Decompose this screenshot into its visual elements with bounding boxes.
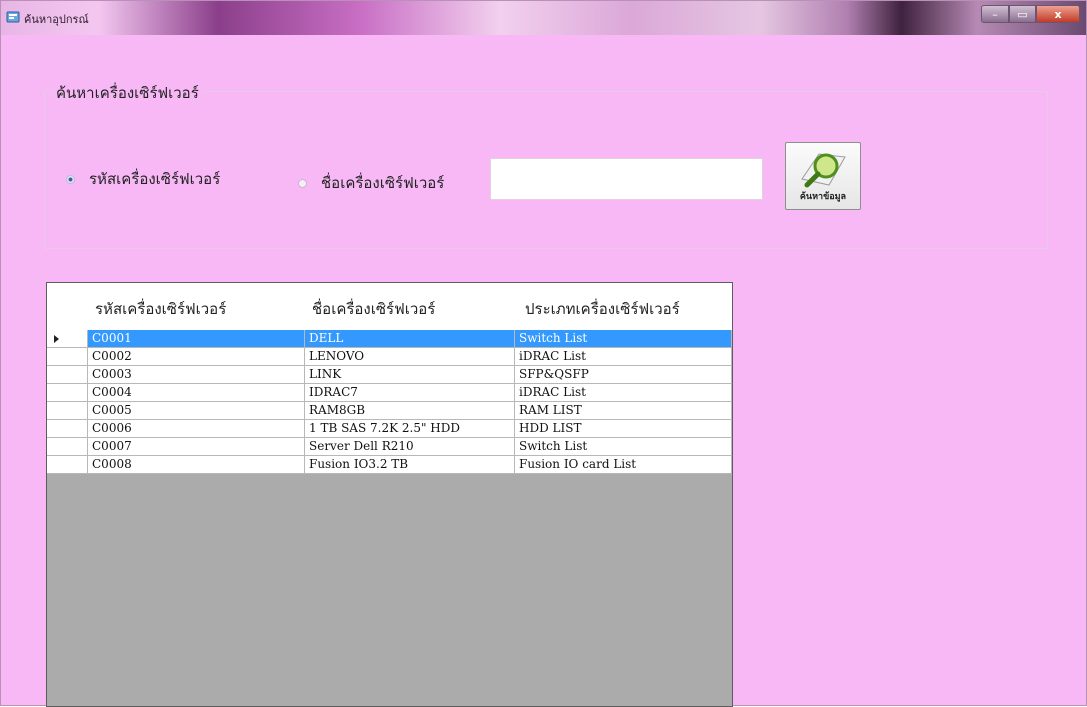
cell-server-code[interactable]: C0004 [88,384,305,401]
row-header[interactable] [47,420,88,437]
app-icon [6,11,20,23]
server-data-grid[interactable]: รหัสเครื่องเซิร์ฟเวอร์ ชื่อเครื่องเซิร์ฟ… [46,282,733,707]
cell-server-code[interactable]: C0007 [88,438,305,455]
cell-server-name[interactable]: Server Dell R210 [305,438,515,455]
radio-code-label: รหัสเครื่องเซิร์ฟเวอร์ [89,170,221,188]
cell-server-type[interactable]: Switch List [515,330,732,347]
cell-server-name[interactable]: DELL [305,330,515,347]
magnifier-icon [801,153,846,188]
search-button[interactable]: ค้นหาข้อมูล [785,142,861,210]
search-button-label: ค้นหาข้อมูล [799,192,847,202]
title-bar[interactable]: ค้นหาอุปกรณ์ – ▭ x [1,1,1086,35]
close-button[interactable]: x [1036,5,1080,23]
column-header-server-type[interactable]: ประเภทเครื่องเซิร์ฟเวอร์ [525,297,680,321]
table-row[interactable]: C0003 LINK SFP&QSFP [47,366,732,384]
cell-server-code[interactable]: C0006 [88,420,305,437]
row-header[interactable] [47,402,88,419]
grid-rows: C0001 DELL Switch List C0002 LENOVO iDRA… [47,330,732,474]
maximize-button[interactable]: ▭ [1009,5,1036,23]
cell-server-type[interactable]: iDRAC List [515,384,732,401]
cell-server-name[interactable]: IDRAC7 [305,384,515,401]
cell-server-type[interactable]: HDD LIST [515,420,732,437]
window-controls: – ▭ x [981,5,1080,23]
grid-header: รหัสเครื่องเซิร์ฟเวอร์ ชื่อเครื่องเซิร์ฟ… [47,283,732,331]
row-header-current[interactable] [47,330,88,347]
table-row[interactable]: C0004 IDRAC7 iDRAC List [47,384,732,402]
row-header[interactable] [47,438,88,455]
cell-server-code[interactable]: C0002 [88,348,305,365]
cell-server-code[interactable]: C0005 [88,402,305,419]
search-group-label: ค้นหาเครื่องเซิร์ฟเวอร์ [51,81,204,105]
row-header[interactable] [47,456,88,473]
search-input[interactable] [490,158,763,200]
cell-server-type[interactable]: Switch List [515,438,732,455]
cell-server-code[interactable]: C0008 [88,456,305,473]
row-header[interactable] [47,348,88,365]
cell-server-name[interactable]: 1 TB SAS 7.2K 2.5" HDD [305,420,515,437]
cell-server-type[interactable]: Fusion IO card List [515,456,732,473]
radio-name-label: ชื่อเครื่องเซิร์ฟเวอร์ [321,174,445,192]
cell-server-type[interactable]: SFP&QSFP [515,366,732,383]
cell-server-code[interactable]: C0003 [88,366,305,383]
cell-server-code[interactable]: C0001 [88,330,305,347]
cell-server-name[interactable]: RAM8GB [305,402,515,419]
cell-server-name[interactable]: LENOVO [305,348,515,365]
column-header-server-name[interactable]: ชื่อเครื่องเซิร์ฟเวอร์ [312,297,435,321]
table-row[interactable]: C0001 DELL Switch List [47,330,732,348]
app-window: ค้นหาอุปกรณ์ – ▭ x ค้นหาเครื่องเซิร์ฟเวอ… [0,0,1087,707]
window-title: ค้นหาอุปกรณ์ [24,13,89,26]
radio-search-by-name[interactable]: ชื่อเครื่องเซิร์ฟเวอร์ [298,171,444,195]
table-row[interactable]: C0005 RAM8GB RAM LIST [47,402,732,420]
cell-server-type[interactable]: RAM LIST [515,402,732,419]
table-row[interactable]: C0007 Server Dell R210 Switch List [47,438,732,456]
row-header[interactable] [47,366,88,383]
table-row[interactable]: C0002 LENOVO iDRAC List [47,348,732,366]
radio-unchecked-indicator[interactable] [298,178,307,188]
row-header[interactable] [47,384,88,401]
cell-server-name[interactable]: LINK [305,366,515,383]
cell-server-type[interactable]: iDRAC List [515,348,732,365]
column-header-server-code[interactable]: รหัสเครื่องเซิร์ฟเวอร์ [95,297,226,321]
table-row[interactable]: C0006 1 TB SAS 7.2K 2.5" HDD HDD LIST [47,420,732,438]
radio-checked-indicator[interactable] [66,174,75,184]
radio-search-by-code[interactable]: รหัสเครื่องเซิร์ฟเวอร์ [66,167,220,191]
table-row[interactable]: C0008 Fusion IO3.2 TB Fusion IO card Lis… [47,456,732,474]
minimize-button[interactable]: – [981,5,1009,23]
cell-server-name[interactable]: Fusion IO3.2 TB [305,456,515,473]
